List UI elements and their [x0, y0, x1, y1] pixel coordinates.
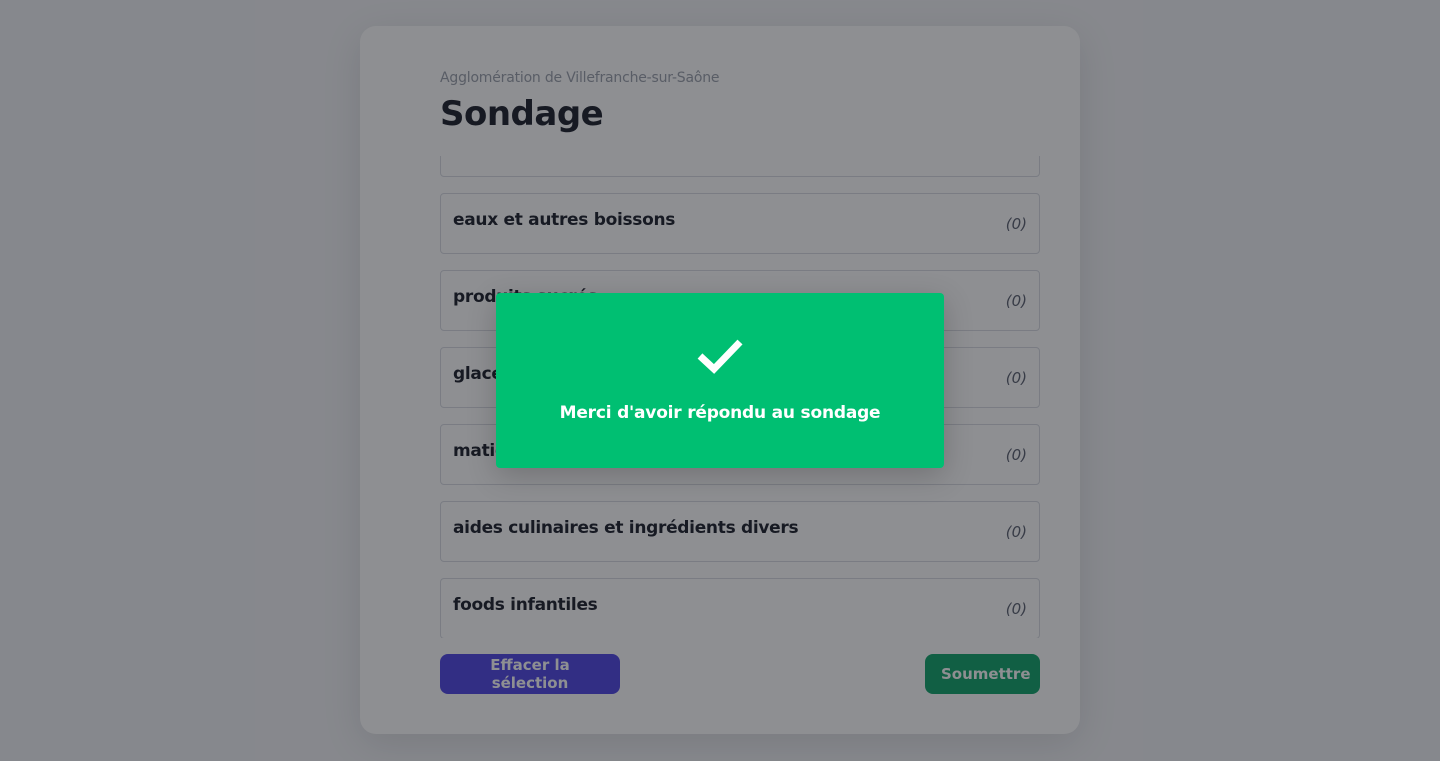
checkmark-icon — [697, 339, 743, 374]
success-modal: Merci d'avoir répondu au sondage — [496, 293, 944, 468]
success-message: Merci d'avoir répondu au sondage — [559, 403, 881, 423]
